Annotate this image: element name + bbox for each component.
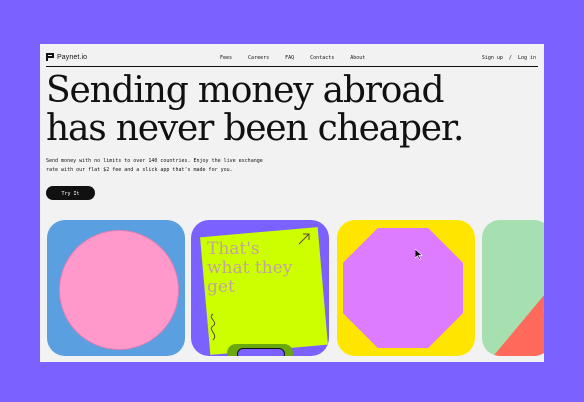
log-in-link[interactable]: Log in bbox=[518, 55, 536, 61]
violet-octagon-shape bbox=[343, 228, 463, 348]
squiggle-icon bbox=[210, 313, 216, 341]
quote-line-2: what they get bbox=[207, 258, 293, 297]
brand-logo[interactable]: Paynet.io bbox=[46, 53, 87, 61]
sign-up-link[interactable]: Sign up bbox=[482, 55, 503, 61]
feature-card-triangle[interactable] bbox=[482, 220, 544, 356]
arrow-doodle-icon bbox=[298, 233, 310, 245]
nav-link-careers[interactable]: Careers bbox=[248, 55, 269, 61]
nav-link-contacts[interactable]: Contacts bbox=[310, 55, 334, 61]
feature-card-circle[interactable] bbox=[47, 220, 185, 356]
nav-links: Fees Careers FAQ Contacts About bbox=[220, 55, 381, 61]
nav-link-about[interactable]: About bbox=[350, 55, 365, 61]
feature-card-octagon[interactable] bbox=[337, 220, 475, 356]
browser-window: Paynet.io Fees Careers FAQ Contacts Abou… bbox=[40, 44, 544, 362]
nav-divider bbox=[46, 66, 538, 67]
hero-description: Send money with no limits to over 140 co… bbox=[46, 157, 326, 175]
quote-text: That's what they get bbox=[207, 240, 325, 297]
auth-separator: / bbox=[508, 55, 512, 61]
nav-link-faq[interactable]: FAQ bbox=[285, 55, 294, 61]
hero-title-line-2: has never been cheaper. bbox=[46, 108, 464, 149]
auth-links: Sign up / Log in bbox=[482, 55, 536, 61]
hero-title-line-1: Sending money abroad bbox=[46, 70, 445, 111]
hero-description-line-2: rate with our flat $2 fee and a slick ap… bbox=[46, 167, 233, 173]
top-nav: Paynet.io Fees Careers FAQ Contacts Abou… bbox=[40, 44, 544, 70]
paynet-logo-icon bbox=[46, 53, 54, 61]
feature-card-quote[interactable]: That's what they get bbox=[191, 220, 329, 356]
coral-triangle-shape bbox=[490, 240, 544, 356]
hero-description-line-1: Send money with no limits to over 140 co… bbox=[46, 158, 263, 164]
pink-circle-shape bbox=[59, 230, 179, 350]
hero-title: Sending money abroad has never been chea… bbox=[46, 72, 466, 148]
try-it-button[interactable]: Try It bbox=[46, 186, 95, 200]
brand-name: Paynet.io bbox=[57, 53, 88, 61]
mini-app-pill bbox=[237, 348, 285, 356]
nav-link-fees[interactable]: Fees bbox=[220, 55, 232, 61]
cursor-icon bbox=[415, 249, 423, 260]
